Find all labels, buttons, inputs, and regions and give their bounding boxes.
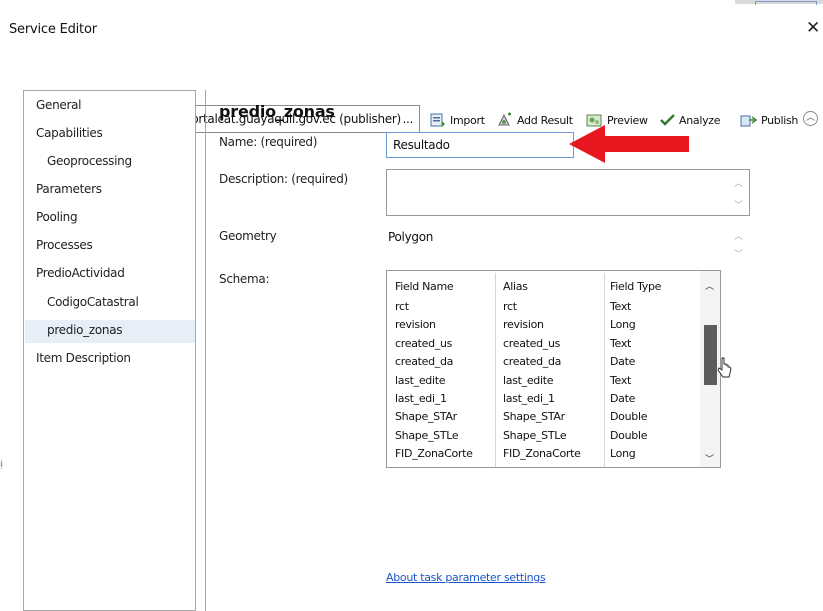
column-divider (495, 273, 496, 467)
description-label: Description: (required) (219, 172, 348, 186)
sidebar-item-pooling[interactable]: Pooling (36, 210, 78, 224)
row-field-type[interactable]: Long (610, 447, 636, 460)
close-icon[interactable]: ✕ (806, 18, 820, 38)
row-alias[interactable]: last_edi_1 (503, 392, 555, 405)
sidebar-item-capabilities[interactable]: Capabilities (36, 126, 103, 140)
page-title: predio_zonas (219, 102, 335, 121)
row-field-type[interactable]: Text (610, 374, 631, 387)
description-field[interactable] (386, 169, 750, 216)
row-alias[interactable]: Shape_STAr (503, 410, 565, 423)
row-alias[interactable]: rct (503, 300, 517, 313)
sidebar-item-predio-zonas[interactable]: predio_zonas (47, 323, 123, 337)
row-field-type[interactable]: Long (610, 318, 636, 331)
row-field-type[interactable]: Text (610, 300, 631, 313)
row-field-type[interactable]: Date (610, 355, 635, 368)
column-header-field-name[interactable]: Field Name (395, 280, 454, 293)
sidebar-item-codigocatastral[interactable]: CodigoCatastral (47, 295, 139, 309)
geometry-value: Polygon (388, 230, 434, 244)
row-field-name[interactable]: Shape_STLe (395, 429, 459, 442)
scroll-up-icon[interactable]: ︿ (705, 279, 714, 292)
row-alias[interactable]: FID_ZonaCorte (503, 447, 581, 460)
row-field-type[interactable]: Text (610, 337, 631, 350)
geometry-scroll-down-icon[interactable]: ﹀ (734, 247, 743, 260)
sidebar-item-processes[interactable]: Processes (36, 238, 93, 252)
schema-label: Schema: (219, 272, 270, 286)
background-window-tab (755, 1, 817, 5)
geometry-label: Geometry (219, 229, 277, 243)
window-edge-artifacts: l ! (0, 460, 4, 472)
row-field-name[interactable]: last_edite (395, 374, 446, 387)
scroll-down-icon[interactable]: ﹀ (705, 452, 714, 465)
row-field-name[interactable]: revision (395, 318, 436, 331)
row-field-type[interactable]: Double (610, 410, 647, 423)
row-alias[interactable]: created_da (503, 355, 561, 368)
row-field-type[interactable]: Double (610, 429, 647, 442)
red-arrow-annotation (569, 125, 689, 163)
row-field-name[interactable]: FID_ZonaCorte (395, 447, 473, 460)
description-scroll-down-icon[interactable]: ﹀ (734, 198, 743, 211)
row-alias[interactable]: Shape_STLe (503, 429, 567, 442)
sidebar-item-predioactividad[interactable]: PredioActividad (36, 266, 125, 280)
row-field-name[interactable]: last_edi_1 (395, 392, 447, 405)
row-field-name[interactable]: created_da (395, 355, 453, 368)
mouse-cursor-icon (717, 357, 732, 378)
description-scroll-up-icon[interactable]: ︿ (734, 176, 743, 189)
sidebar-item-geoprocessing[interactable]: Geoprocessing (47, 154, 132, 168)
row-field-type[interactable]: Date (610, 392, 635, 405)
column-header-field-type[interactable]: Field Type (610, 280, 661, 293)
geometry-scroll-up-icon[interactable]: ︿ (734, 229, 743, 242)
row-alias[interactable]: last_edite (503, 374, 554, 387)
sidebar-item-parameters[interactable]: Parameters (36, 182, 102, 196)
row-field-name[interactable]: created_us (395, 337, 452, 350)
column-divider (604, 273, 605, 467)
arrow-shape (569, 125, 689, 163)
schema-scrollbar-thumb[interactable] (704, 325, 717, 385)
name-label: Name: (required) (219, 135, 318, 149)
row-field-name[interactable]: rct (395, 300, 409, 313)
name-field[interactable] (386, 132, 574, 158)
sidebar-item-item-description[interactable]: Item Description (36, 351, 131, 365)
title-bar: Service Editor ✕ (0, 0, 823, 45)
row-alias[interactable]: created_us (503, 337, 560, 350)
row-field-name[interactable]: Shape_STAr (395, 410, 457, 423)
row-alias[interactable]: revision (503, 318, 544, 331)
column-header-alias[interactable]: Alias (503, 280, 528, 293)
sidebar-item-general[interactable]: General (36, 98, 82, 112)
window-title: Service Editor (9, 22, 97, 37)
about-task-parameter-settings-link[interactable]: About task parameter settings (386, 571, 546, 584)
toolbar: Connection: arcgis on geoportalcat.guaya… (0, 50, 823, 133)
